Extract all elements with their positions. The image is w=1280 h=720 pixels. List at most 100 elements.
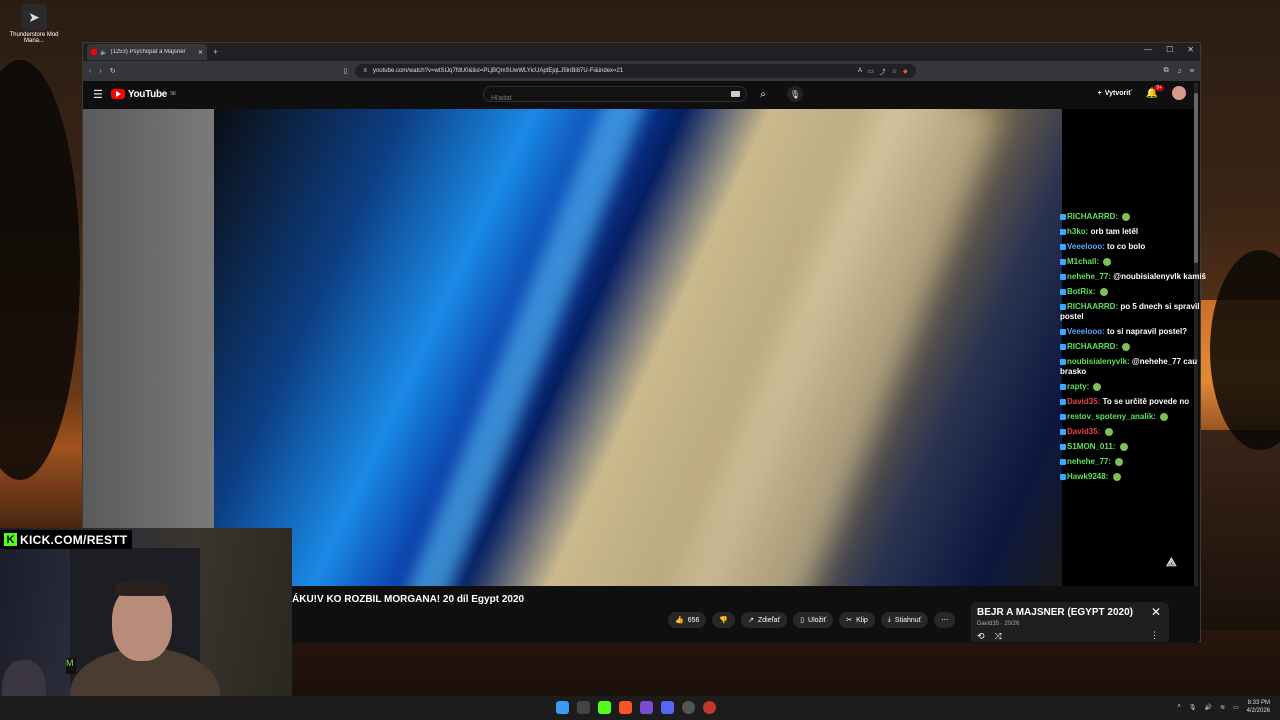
chat-username[interactable]: RICHAARRD:	[1067, 302, 1118, 311]
chat-message: David35: To se určitě povede no	[1060, 397, 1220, 407]
playlist-panel: BEJR A MAJSNER (EGYPT 2020) David35 · 20…	[971, 602, 1169, 642]
cast-icon[interactable]: ▭	[868, 68, 874, 75]
reload-icon[interactable]: ↻	[110, 67, 116, 75]
chat-message: M1chall:	[1060, 257, 1220, 267]
chat-username[interactable]: nehehe_77:	[1067, 272, 1111, 281]
chat-badge-icon	[1060, 413, 1066, 420]
playlist-title[interactable]: BEJR A MAJSNER (EGYPT 2020)	[977, 607, 1133, 618]
chat-message: restov_spoteny_analik:	[1060, 412, 1220, 422]
search-input[interactable]	[489, 94, 713, 103]
playlist-menu-icon[interactable]: ⋮	[1150, 630, 1159, 641]
brave-app-icon[interactable]	[619, 701, 632, 714]
app-icon[interactable]	[640, 701, 653, 714]
chat-username[interactable]: RICHAARRD:	[1067, 342, 1118, 351]
battery-icon[interactable]: ▭	[1233, 704, 1239, 711]
app-icon[interactable]	[703, 701, 716, 714]
chat-username[interactable]: M1chall:	[1067, 257, 1099, 266]
address-bar[interactable]: ≡ youtube.com/watch?v=wtSIJq7fdU0&list=P…	[355, 64, 916, 78]
share-url-icon[interactable]: ⤴	[880, 67, 886, 76]
chat-username[interactable]: RICHAARRD:	[1067, 212, 1118, 221]
playlist-sub[interactable]: David35 · 20/26	[977, 621, 1019, 627]
translate-icon[interactable]: A	[858, 68, 862, 74]
system-tray: ˄ 🎙 🔊 ≋ ▭ 8:33 PM 4/2/2026	[1177, 699, 1270, 715]
clock-time: 8:33 PM	[1247, 700, 1270, 706]
media-icon[interactable]: ♫	[1177, 68, 1182, 75]
bookmark-icon[interactable]: ▯	[344, 67, 348, 75]
search-button[interactable]: ⌕	[753, 86, 773, 102]
chat-message: Veeelooo: to si napravil postel?	[1060, 327, 1220, 337]
discord-app-icon[interactable]	[661, 701, 674, 714]
more-actions-button[interactable]: ⋯	[934, 612, 956, 628]
chat-username[interactable]: nehehe_77:	[1067, 457, 1111, 466]
thumbs-up-icon: 👍	[675, 617, 684, 624]
close-playlist-icon[interactable]: ✕	[1151, 605, 1161, 619]
download-icon: ⤓	[887, 616, 891, 623]
hamburger-menu-icon[interactable]: ☰	[93, 88, 103, 101]
wifi-icon[interactable]: ≋	[1220, 704, 1225, 711]
mic-icon[interactable]: 🎙	[787, 86, 803, 102]
menu-icon[interactable]: ≡	[1190, 68, 1194, 75]
back-icon[interactable]: ‹	[89, 68, 91, 75]
chat-username[interactable]: BotRix:	[1067, 287, 1095, 296]
thumbs-down-icon: 👎	[719, 617, 729, 624]
loop-shuffle-icons[interactable]: ⟲⤨	[977, 631, 1012, 642]
chat-badge-icon	[1060, 288, 1066, 295]
clip-button[interactable]: ✂ Klip	[839, 612, 875, 628]
maximize-button[interactable]: ☐	[1166, 45, 1173, 54]
chat-username[interactable]: Veeelooo:	[1067, 327, 1105, 336]
youtube-logo-text: YouTube	[127, 88, 168, 100]
browser-tab[interactable]: 🔈 (1253) Psychopat a Majsner ✕	[87, 44, 207, 60]
chat-message: h3ko: orb tam letěl	[1060, 227, 1220, 237]
mic-tray-icon[interactable]: 🎙	[1189, 704, 1197, 711]
kick-app-icon[interactable]	[598, 701, 611, 714]
chat-message: nehehe_77: @noubisialenyvlk kamiš	[1060, 272, 1220, 282]
chat-username[interactable]: noubisialenyvlk:	[1067, 357, 1130, 366]
minimize-button[interactable]: —	[1144, 45, 1152, 54]
chat-message: Veeelooo: to co bolo	[1060, 242, 1220, 252]
chat-username[interactable]: David35:	[1067, 397, 1100, 406]
chat-username[interactable]: h3ko:	[1067, 227, 1088, 236]
close-window-button[interactable]: ✕	[1187, 45, 1194, 54]
chat-username[interactable]: Veeelooo:	[1067, 242, 1105, 251]
share-button[interactable]: ↗ Zdieľať	[741, 612, 788, 628]
volume-icon[interactable]: 🔊	[1204, 704, 1211, 711]
clock[interactable]: 8:33 PM 4/2/2026	[1247, 699, 1270, 715]
chat-username[interactable]: S1MON_011:	[1067, 442, 1115, 451]
desktop-icon-thunderstore[interactable]: ➤ Thunderstore Mod Mana...	[4, 4, 64, 44]
header-actions: + Vytvoriť 🔔 9+	[1098, 84, 1186, 100]
download-button[interactable]: ⤓ Stiahnuť	[880, 612, 929, 628]
brave-shield-icon[interactable]: ◆	[903, 68, 908, 75]
notifications-button[interactable]: 🔔 9+	[1146, 84, 1164, 99]
emote-icon	[1093, 382, 1102, 391]
browser-toolbar: ‹ › ↻ ▯ ≡ youtube.com/watch?v=wtSIJq7fdU…	[83, 61, 1200, 81]
forward-icon[interactable]: ›	[99, 68, 101, 75]
more-icon: ⋯	[941, 617, 949, 624]
save-button[interactable]: ▯ Uložiť	[793, 612, 834, 628]
chat-username[interactable]: David35:	[1067, 427, 1100, 436]
chat-username[interactable]: rapty:	[1067, 382, 1089, 391]
youtube-logo[interactable]: YouTube SK	[110, 88, 176, 100]
window-controls: — ☐ ✕	[1144, 45, 1194, 54]
avatar[interactable]	[1172, 86, 1186, 100]
app-icon[interactable]	[682, 701, 695, 714]
create-button[interactable]: + Vytvoriť	[1098, 90, 1132, 97]
like-button[interactable]: 👍 656	[668, 612, 707, 628]
site-info-icon[interactable]: ≡	[363, 68, 367, 74]
star-icon[interactable]: ☆	[892, 68, 897, 75]
chat-message: RICHAARRD:	[1060, 212, 1220, 222]
close-tab-icon[interactable]: ✕	[198, 49, 203, 56]
chat-badge-icon	[1060, 458, 1066, 465]
start-icon[interactable]	[556, 701, 569, 714]
new-tab-button[interactable]: +	[213, 47, 218, 57]
extensions-icon[interactable]: ⧉	[1164, 67, 1169, 75]
chevron-up-icon[interactable]: ˄	[1177, 704, 1181, 710]
app-icon[interactable]	[577, 701, 590, 714]
streamer-hair	[115, 580, 169, 596]
video-player[interactable]	[214, 109, 1062, 586]
keyboard-icon[interactable]	[731, 91, 740, 97]
dislike-button[interactable]: 👎	[712, 612, 736, 628]
chat-username[interactable]: Hawk9248:	[1067, 472, 1108, 481]
youtube-play-icon	[110, 89, 125, 99]
chat-username[interactable]: restov_spoteny_analik:	[1067, 412, 1156, 421]
taskbar: ˄ 🎙 🔊 ≋ ▭ 8:33 PM 4/2/2026	[0, 696, 1280, 720]
